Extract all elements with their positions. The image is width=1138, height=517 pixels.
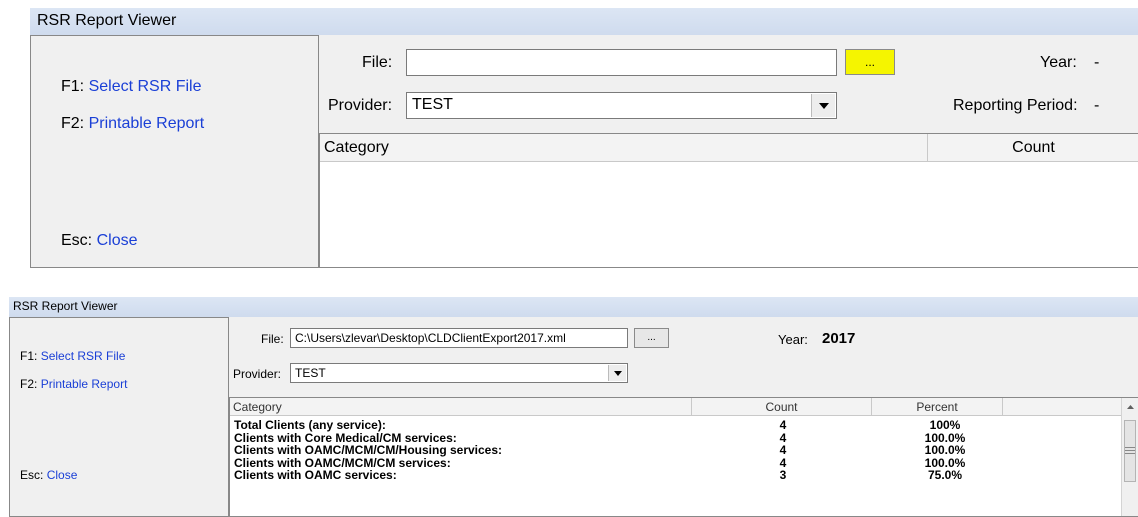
provider-selected-value: TEST <box>295 366 326 380</box>
file-path-input[interactable]: C:\Users\zlevar\Desktop\CLDClientExport2… <box>290 328 628 348</box>
table-row[interactable]: Total Clients (any service): 4 100% <box>230 419 1123 432</box>
row-category: Total Clients (any service): <box>234 418 386 432</box>
f1-shortcut[interactable]: F1: Select RSR File <box>20 349 125 363</box>
provider-dropdown[interactable]: TEST <box>290 363 628 383</box>
provider-dropdown[interactable]: TEST <box>406 92 837 119</box>
f2-shortcut[interactable]: F2: Printable Report <box>20 377 127 391</box>
year-value: 2017 <box>822 330 856 347</box>
year-value: - <box>1094 54 1100 71</box>
column-header-count[interactable]: Count <box>692 398 872 415</box>
reporting-period-value: - <box>1094 97 1100 114</box>
column-header-filler <box>1003 398 1123 415</box>
printable-report-link[interactable]: Printable Report <box>89 115 205 132</box>
esc-key: Esc: <box>61 232 93 249</box>
select-rsr-file-link[interactable]: Select RSR File <box>89 78 202 95</box>
row-category: Clients with OAMC services: <box>234 468 397 482</box>
close-link[interactable]: Close <box>47 468 78 482</box>
row-percent: 75.0% <box>927 468 963 482</box>
row-percent: 100% <box>929 418 961 432</box>
browse-file-button[interactable]: ... <box>845 49 895 75</box>
shortcut-sidebar: F1: Select RSR File F2: Printable Report… <box>30 35 319 268</box>
row-count: 4 <box>779 443 787 457</box>
grid-header: Category Count Percent <box>230 398 1138 416</box>
grid-rows: Total Clients (any service): 4 100% Clie… <box>230 419 1123 482</box>
window-title: RSR Report Viewer <box>9 297 1138 317</box>
grid-header: Category Count <box>320 134 1138 162</box>
browse-file-button[interactable]: ... <box>634 328 669 348</box>
esc-shortcut[interactable]: Esc: Close <box>20 468 77 482</box>
printable-report-link[interactable]: Printable Report <box>41 377 128 391</box>
table-row[interactable]: Clients with OAMC services: 3 75.0% <box>230 469 1123 482</box>
column-header-count[interactable]: Count <box>928 134 1138 161</box>
year-label: Year: <box>778 332 808 347</box>
shortcut-sidebar: F1: Select RSR File F2: Printable Report… <box>9 317 229 517</box>
column-header-category[interactable]: Category <box>320 134 928 161</box>
provider-label: Provider: <box>233 367 282 381</box>
report-grid[interactable]: Category Count Percent Total Clients (an… <box>229 397 1138 517</box>
f2-key: F2: <box>20 377 38 391</box>
provider-selected-value: TEST <box>412 96 453 113</box>
year-label: Year: <box>1040 54 1077 71</box>
provider-label: Provider: <box>328 97 393 114</box>
row-count: 4 <box>779 418 787 432</box>
reporting-period-label: Reporting Period: <box>953 97 1078 114</box>
scroll-up-arrow-icon[interactable] <box>1122 398 1138 415</box>
column-header-category[interactable]: Category <box>230 398 692 415</box>
f1-key: F1: <box>20 349 38 363</box>
table-row[interactable]: Clients with OAMC/MCM/CM/Housing service… <box>230 444 1123 457</box>
select-rsr-file-link[interactable]: Select RSR File <box>41 349 126 363</box>
f2-key: F2: <box>61 115 85 132</box>
file-label: File: <box>362 54 393 71</box>
esc-key: Esc: <box>20 468 44 482</box>
scroll-grip-icon <box>1125 447 1135 454</box>
close-link[interactable]: Close <box>97 232 138 249</box>
row-percent: 100.0% <box>924 443 966 457</box>
row-count: 3 <box>779 468 787 482</box>
f1-shortcut[interactable]: F1: Select RSR File <box>61 78 202 96</box>
f1-key: F1: <box>61 78 85 95</box>
chevron-down-icon[interactable] <box>608 365 626 381</box>
file-label: File: <box>261 332 284 346</box>
vertical-scrollbar[interactable] <box>1121 398 1138 516</box>
window-title: RSR Report Viewer <box>30 8 1138 35</box>
row-category: Clients with OAMC/MCM/CM/Housing service… <box>234 443 503 457</box>
chevron-down-icon[interactable] <box>811 94 835 117</box>
f2-shortcut[interactable]: F2: Printable Report <box>61 115 204 133</box>
file-path-input[interactable] <box>406 49 837 76</box>
column-header-percent[interactable]: Percent <box>872 398 1003 415</box>
esc-shortcut[interactable]: Esc: Close <box>61 232 137 250</box>
report-grid[interactable]: Category Count <box>319 133 1138 268</box>
